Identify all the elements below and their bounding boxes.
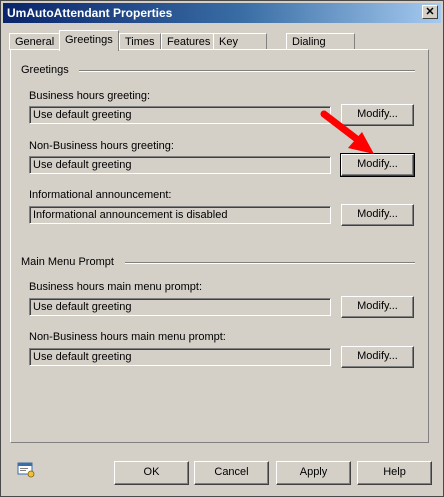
help-button[interactable]: Help xyxy=(357,461,432,485)
business-hours-greeting-label: Business hours greeting: xyxy=(29,90,151,102)
properties-app-icon xyxy=(17,462,35,478)
informational-announcement-field: Informational announcement is disabled xyxy=(29,206,331,224)
modify-business-hours-menu-prompt-button[interactable]: Modify... xyxy=(341,296,414,318)
main-menu-section-title: Main Menu Prompt xyxy=(21,256,114,268)
tab-greetings[interactable]: Greetings xyxy=(59,30,119,51)
tab-times[interactable]: Times xyxy=(119,33,161,50)
title-bar[interactable]: UmAutoAttendant Properties ✕ xyxy=(3,3,441,23)
greetings-divider xyxy=(79,70,415,72)
business-hours-menu-prompt-field: Use default greeting xyxy=(29,298,331,316)
modify-informational-announcement-button[interactable]: Modify... xyxy=(341,204,414,226)
apply-button[interactable]: Apply xyxy=(276,461,351,485)
ok-button[interactable]: OK xyxy=(114,461,189,485)
cancel-button[interactable]: Cancel xyxy=(194,461,269,485)
close-button[interactable]: ✕ xyxy=(422,5,438,19)
window-title: UmAutoAttendant Properties xyxy=(7,6,173,20)
informational-announcement-label: Informational announcement: xyxy=(29,189,172,201)
properties-dialog: UmAutoAttendant Properties ✕ General Gre… xyxy=(0,0,444,497)
business-hours-greeting-field: Use default greeting xyxy=(29,106,331,124)
dialog-button-bar: OK Cancel Apply Help xyxy=(1,449,443,496)
tab-general[interactable]: General xyxy=(9,33,61,50)
greetings-section-title: Greetings xyxy=(21,64,69,76)
non-business-hours-greeting-label: Non-Business hours greeting: xyxy=(29,140,174,152)
red-pointer-arrow-icon xyxy=(320,110,374,154)
modify-non-business-hours-menu-prompt-button[interactable]: Modify... xyxy=(341,346,414,368)
non-business-hours-greeting-field: Use default greeting xyxy=(29,156,331,174)
main-menu-divider xyxy=(125,262,415,264)
tab-dialing-restrictions[interactable]: Dialing Restrictions xyxy=(286,33,356,64)
non-business-hours-menu-prompt-label: Non-Business hours main menu prompt: xyxy=(29,331,226,343)
tab-features[interactable]: Features xyxy=(161,33,217,50)
non-business-hours-menu-prompt-field: Use default greeting xyxy=(29,348,331,366)
business-hours-menu-prompt-label: Business hours main menu prompt: xyxy=(29,281,203,293)
tab-key-mapping[interactable]: Key Mapping xyxy=(213,33,268,64)
modify-non-business-hours-greeting-button[interactable]: Modify... xyxy=(340,153,415,177)
